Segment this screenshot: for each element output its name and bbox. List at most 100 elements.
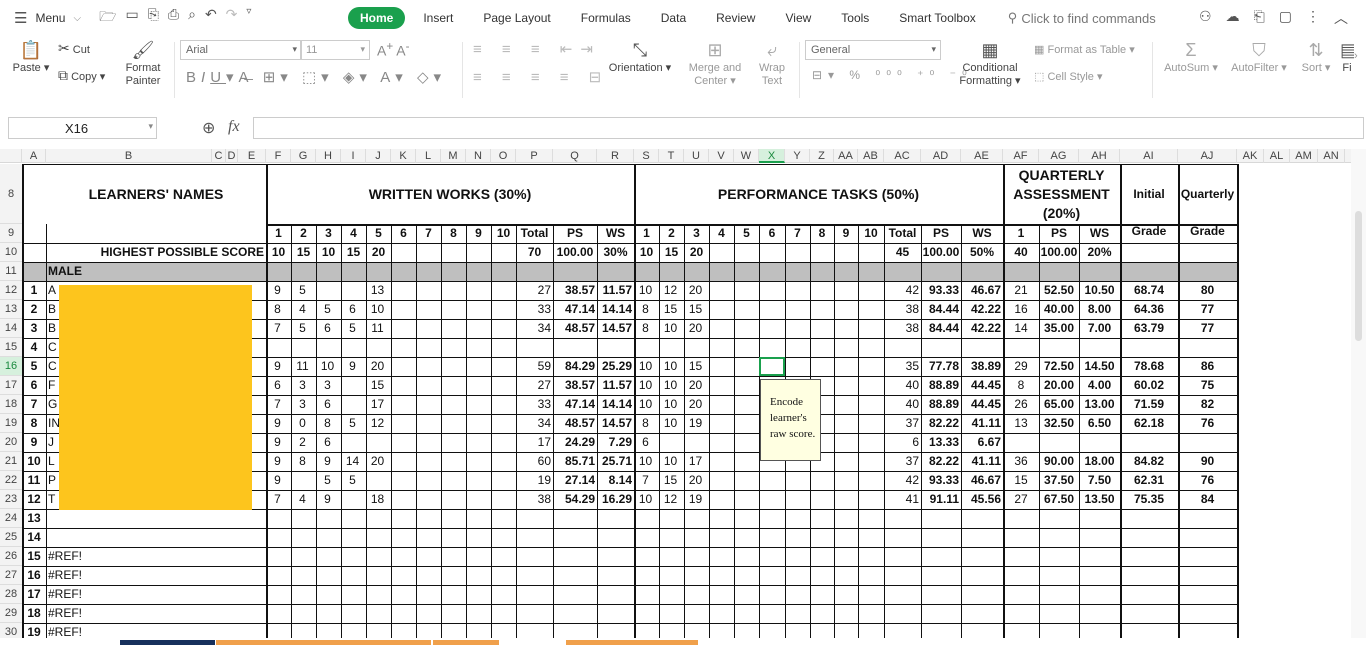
- ww-score-cell[interactable]: [316, 338, 339, 357]
- pt-score-cell[interactable]: [858, 433, 882, 452]
- column-header-z[interactable]: Z: [810, 149, 834, 163]
- ww-score-cell[interactable]: [491, 319, 514, 338]
- ww-score-cell[interactable]: [491, 395, 514, 414]
- pt-score-cell[interactable]: [759, 300, 783, 319]
- copy-button[interactable]: ⧉ Copy ▾: [58, 68, 105, 84]
- ww-score-cell[interactable]: [416, 319, 439, 338]
- pt-score-cell[interactable]: 37: [884, 452, 919, 471]
- qa-score-cell[interactable]: 10.50: [1079, 281, 1120, 300]
- ww-score-cell[interactable]: [466, 452, 489, 471]
- ww-score-cell[interactable]: 6: [316, 433, 339, 452]
- column-header-af[interactable]: AF: [1003, 149, 1039, 163]
- ww-score-cell[interactable]: [466, 433, 489, 452]
- ww-score-cell[interactable]: [391, 471, 414, 490]
- learner-number[interactable]: 18: [22, 604, 46, 623]
- pt-score-cell[interactable]: 88.89: [921, 376, 959, 395]
- active-cell-x16[interactable]: [759, 357, 785, 376]
- column-header-j[interactable]: J: [366, 149, 391, 163]
- pt-score-cell[interactable]: [858, 281, 882, 300]
- pt-score-cell[interactable]: 12: [659, 281, 682, 300]
- pt-score-cell[interactable]: 41: [884, 490, 919, 509]
- ww-subheader[interactable]: 8: [441, 224, 466, 243]
- pt-subheader[interactable]: 1: [634, 224, 659, 243]
- pt-score-cell[interactable]: 93.33: [921, 471, 959, 490]
- ww-score-cell[interactable]: 9: [341, 357, 364, 376]
- row-header-25[interactable]: 25: [0, 528, 22, 547]
- ww-score-cell[interactable]: 54.29: [553, 490, 595, 509]
- name-box[interactable]: X16 ▾: [8, 117, 157, 139]
- column-header-aj[interactable]: AJ: [1178, 149, 1237, 163]
- learner-name[interactable]: [48, 528, 148, 547]
- ww-score-cell[interactable]: [466, 281, 489, 300]
- ww-score-cell[interactable]: [466, 319, 489, 338]
- hps-pt-cell[interactable]: [759, 243, 785, 262]
- ww-score-cell[interactable]: 3: [291, 376, 314, 395]
- column-header-n[interactable]: N: [466, 149, 491, 163]
- qa-score-cell[interactable]: 13.50: [1079, 490, 1120, 509]
- ww-subheader[interactable]: Total: [516, 224, 553, 243]
- ww-score-cell[interactable]: [466, 395, 489, 414]
- pt-score-cell[interactable]: [734, 471, 757, 490]
- ww-score-cell[interactable]: 16.29: [597, 490, 632, 509]
- ww-score-cell[interactable]: 9: [266, 471, 289, 490]
- customize-icon[interactable]: ▿: [246, 6, 251, 30]
- history-icon[interactable]: ⎗: [1254, 8, 1265, 28]
- ww-score-cell[interactable]: 7: [266, 319, 289, 338]
- comment-icon[interactable]: ▢: [1279, 8, 1292, 28]
- pt-score-cell[interactable]: [961, 338, 1001, 357]
- ww-score-cell[interactable]: [391, 433, 414, 452]
- font-format-buttons[interactable]: BIU▾A̶ ⊞▾ ⬚▾ ◈▾ A▾ ◇▾: [186, 68, 446, 86]
- pt-subheader[interactable]: 6: [759, 224, 785, 243]
- initial-grade-cell[interactable]: 71.59: [1120, 395, 1178, 414]
- quarterly-grade-cell[interactable]: 90: [1178, 452, 1237, 471]
- ww-score-cell[interactable]: [491, 300, 514, 319]
- ww-score-cell[interactable]: [341, 338, 364, 357]
- ww-score-cell[interactable]: 8: [291, 452, 314, 471]
- hps-ww-cell[interactable]: 70: [516, 243, 553, 262]
- ww-score-cell[interactable]: 14.14: [597, 395, 632, 414]
- number-format-buttons[interactable]: ⊟▾ % ⁰⁰⁰ ⁺⁰ ⁻⁰: [812, 68, 973, 82]
- ww-score-cell[interactable]: [391, 281, 414, 300]
- ww-subheader[interactable]: 1: [266, 224, 291, 243]
- pt-score-cell[interactable]: [734, 319, 757, 338]
- sheet-tab-strip[interactable]: [0, 638, 1366, 645]
- pt-score-cell[interactable]: [734, 376, 757, 395]
- ww-score-cell[interactable]: 5: [341, 471, 364, 490]
- ww-score-cell[interactable]: 6: [316, 319, 339, 338]
- pt-score-cell[interactable]: 44.45: [961, 376, 1001, 395]
- ww-score-cell[interactable]: 33: [516, 395, 551, 414]
- ww-score-cell[interactable]: 38.57: [553, 376, 595, 395]
- ww-score-cell[interactable]: [441, 281, 464, 300]
- pt-score-cell[interactable]: 15: [684, 357, 707, 376]
- hps-qa-cell[interactable]: 100.00: [1039, 243, 1079, 262]
- column-header-s[interactable]: S: [634, 149, 659, 163]
- conditional-formatting-button[interactable]: ▦ Conditional Formatting ▾: [954, 38, 1026, 88]
- qa-score-cell[interactable]: 35.00: [1039, 319, 1079, 338]
- qa-score-cell[interactable]: 27: [1003, 490, 1039, 509]
- learner-number[interactable]: 4: [22, 338, 46, 357]
- learner-number[interactable]: 1: [22, 281, 46, 300]
- hps-ww-cell[interactable]: [416, 243, 441, 262]
- pt-subheader[interactable]: 3: [684, 224, 709, 243]
- learner-name[interactable]: #REF!: [48, 585, 148, 604]
- pt-score-cell[interactable]: 45.56: [961, 490, 1001, 509]
- pt-score-cell[interactable]: 20: [684, 395, 707, 414]
- qa-score-cell[interactable]: 13: [1003, 414, 1039, 433]
- ww-score-cell[interactable]: 85.71: [553, 452, 595, 471]
- pt-score-cell[interactable]: 41.11: [961, 414, 1001, 433]
- ww-score-cell[interactable]: [416, 395, 439, 414]
- sort-button[interactable]: ⇅ Sort ▾: [1296, 38, 1336, 75]
- pt-score-cell[interactable]: [734, 338, 757, 357]
- zoom-icon[interactable]: ⊕: [202, 118, 215, 138]
- pt-score-cell[interactable]: [858, 319, 882, 338]
- row-header-28[interactable]: 28: [0, 585, 22, 604]
- pt-subheader[interactable]: WS: [961, 224, 1003, 243]
- ww-score-cell[interactable]: [441, 357, 464, 376]
- initial-grade-cell[interactable]: 84.82: [1120, 452, 1178, 471]
- pt-score-cell[interactable]: 10: [659, 414, 682, 433]
- pt-score-cell[interactable]: [921, 338, 959, 357]
- ww-score-cell[interactable]: 12: [366, 414, 389, 433]
- ww-score-cell[interactable]: 10: [316, 357, 339, 376]
- pt-score-cell[interactable]: 20: [684, 319, 707, 338]
- ww-score-cell[interactable]: 9: [316, 452, 339, 471]
